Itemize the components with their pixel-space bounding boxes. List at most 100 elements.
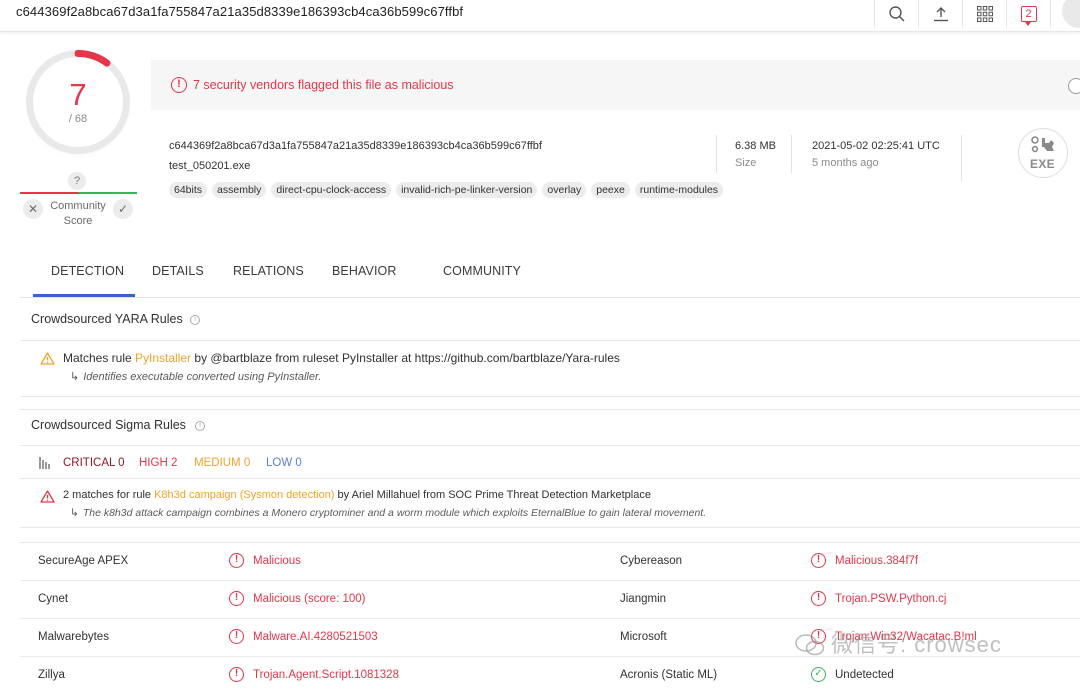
score-total: / 68: [68, 113, 88, 125]
malicious-alert-banner: ! 7 security vendors flagged this file a…: [151, 60, 1080, 110]
wechat-logo-icon: [795, 634, 825, 656]
file-hash: c644369f2a8bca67d3a1fa755847a21a35d8339e…: [169, 140, 542, 152]
malicious-icon: !: [229, 591, 244, 606]
yara-match-line: Matches rule PyInstaller by @bartblaze f…: [63, 351, 620, 365]
detection-row: Zillya ! Trojan.Agent.Script.1081328 Acr…: [20, 657, 1080, 693]
malicious-icon: !: [811, 553, 826, 568]
vendor-result: Undetected: [835, 669, 894, 681]
tab-details[interactable]: DETAILS: [152, 264, 204, 278]
apps-button[interactable]: [962, 0, 1006, 28]
upload-button[interactable]: [918, 0, 962, 28]
file-size-value: 6.38 MB: [735, 140, 776, 152]
yara-section-title: Crowdsourced YARA Rules: [31, 312, 183, 326]
tab-behavior[interactable]: BEHAVIOR: [332, 264, 396, 278]
avatar[interactable]: [1050, 0, 1080, 28]
tab-detection[interactable]: DETECTION: [51, 264, 124, 278]
malicious-icon: !: [229, 667, 244, 682]
watermark-text: 微信号: crowsec: [831, 632, 1002, 657]
vendor-name: Cynet: [38, 593, 69, 605]
tag[interactable]: assembly: [212, 182, 267, 198]
tag[interactable]: invalid-rich-pe-linker-version: [396, 182, 538, 198]
file-type-badge: EXE: [1018, 128, 1068, 178]
vendor-result: Malicious: [253, 555, 301, 567]
severity-medium[interactable]: MEDIUM 0: [194, 457, 250, 469]
divider: [961, 135, 962, 181]
vendor-result: Trojan.PSW.Python.cj: [835, 593, 947, 605]
yara-description-text: Identifies executable converted using Py…: [83, 371, 322, 383]
tag[interactable]: runtime-modules: [634, 182, 724, 198]
search-icon: [888, 6, 905, 22]
tag[interactable]: peexe: [591, 182, 630, 198]
severity-low[interactable]: LOW 0: [266, 457, 302, 469]
search-button[interactable]: [874, 0, 918, 28]
warning-icon: [40, 352, 55, 365]
vendor-name: Jiangmin: [620, 593, 667, 605]
divider: [20, 478, 1080, 479]
tab-relations[interactable]: RELATIONS: [233, 264, 304, 278]
watermark: 微信号: crowsec: [795, 627, 1002, 659]
yara-rule-link[interactable]: PyInstaller: [135, 351, 191, 365]
severity-bars-icon: [39, 457, 50, 469]
scan-date-value: 2021-05-02 02:25:41 UTC: [812, 140, 940, 152]
sigma-rule-description: ↳ The k8h3d attack campaign combines a Mo…: [70, 507, 706, 519]
yara-rule-description: ↳ Identifies executable converted using P…: [70, 370, 321, 383]
divider: [716, 135, 717, 173]
search-input[interactable]: c644369f2a8bca67d3a1fa755847a21a35d8339e…: [16, 4, 463, 19]
alert-text: 7 security vendors flagged this file as …: [193, 78, 454, 92]
tag[interactable]: direct-cpu-clock-access: [271, 182, 392, 198]
file-size-label: Size: [735, 157, 757, 169]
file-type-label: EXE: [1030, 157, 1055, 171]
tab-bar: DETECTION DETAILS RELATIONS BEHAVIOR COM…: [20, 245, 1080, 298]
vendor-result: Malicious (score: 100): [253, 593, 366, 605]
scan-date-relative: 5 months ago: [812, 157, 879, 169]
malicious-icon: !: [811, 591, 826, 606]
vote-malicious-button[interactable]: ✕: [23, 199, 43, 219]
tag[interactable]: overlay: [542, 182, 587, 198]
sigma-match-line: 2 matches for rule K8h3d campaign (Sysmo…: [63, 489, 651, 501]
detection-row: Cynet ! Malicious (score: 100) Jiangmin …: [20, 581, 1080, 619]
file-tags: 64bits assembly direct-cpu-clock-access …: [169, 182, 724, 198]
divider: [20, 396, 1080, 397]
notifications-button[interactable]: 2: [1006, 0, 1050, 28]
vendor-result: Malware.AI.4280521503: [253, 631, 378, 643]
top-toolbar: 2: [874, 0, 1080, 32]
return-arrow-icon: ↳: [70, 371, 80, 383]
community-score-bar: [20, 192, 137, 194]
divider: [791, 135, 792, 173]
vendor-result: Malicious.384f7f: [835, 555, 919, 567]
notification-badge: 2: [1020, 6, 1037, 26]
tag[interactable]: 64bits: [169, 182, 208, 198]
sigma-rule-link[interactable]: K8h3d campaign (Sysmon detection): [154, 489, 334, 501]
vendor-name: Acronis (Static ML): [620, 669, 718, 681]
vendor-name: Cybereason: [620, 555, 683, 567]
return-arrow-icon: ↳: [70, 507, 79, 519]
warning-icon: [40, 490, 55, 503]
vendor-name: Malwarebytes: [38, 631, 109, 643]
sigma-match-prefix: 2 matches for rule: [63, 489, 155, 501]
vote-harmless-button[interactable]: ✓: [113, 199, 133, 219]
severity-high[interactable]: HIGH 2: [139, 457, 177, 469]
alert-toggle[interactable]: [1068, 78, 1080, 94]
sigma-description-text: The k8h3d attack campaign combines a Mon…: [82, 507, 707, 519]
undetected-check-icon: ✓: [811, 667, 826, 682]
malicious-icon: !: [229, 629, 244, 644]
active-tab-indicator: [33, 294, 135, 297]
gears-icon: [1031, 136, 1054, 153]
vendor-result: Trojan.Agent.Script.1081328: [253, 669, 399, 681]
detection-row: SecureAge APEX ! Malicious Cybereason ! …: [20, 543, 1080, 581]
tab-community[interactable]: COMMUNITY: [443, 264, 521, 278]
sigma-match-suffix: by Ariel Millahuel from SOC Prime Threat…: [334, 489, 651, 501]
divider: [20, 340, 1080, 341]
yara-match-prefix: Matches rule: [63, 351, 136, 365]
grid-icon: [976, 6, 993, 22]
community-score-value: ?: [68, 172, 86, 190]
alert-icon: !: [171, 77, 187, 93]
vendor-name: Zillya: [38, 669, 65, 681]
info-icon[interactable]: i: [190, 315, 200, 325]
upload-icon: [933, 7, 948, 22]
score-detections: 7: [69, 77, 87, 112]
divider: [20, 527, 1080, 528]
severity-critical[interactable]: CRITICAL 0: [63, 457, 125, 469]
info-icon[interactable]: i: [195, 421, 205, 431]
malicious-icon: !: [229, 553, 244, 568]
